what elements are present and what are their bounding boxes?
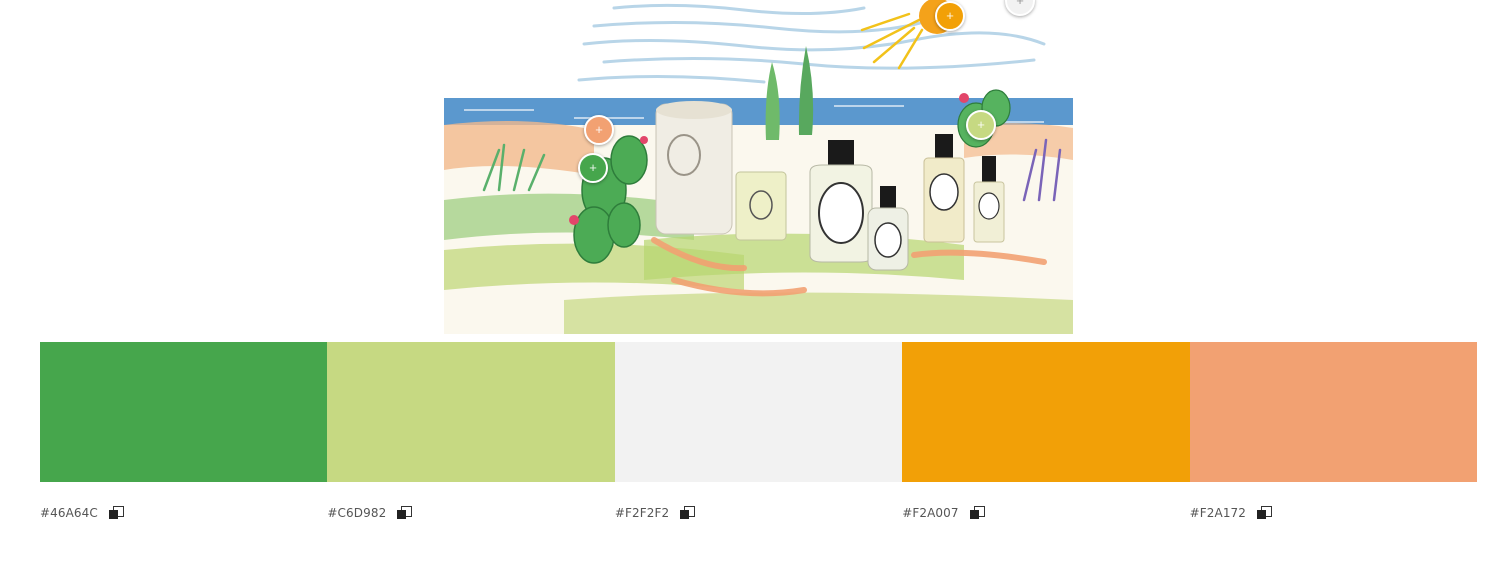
- color-label: #46A64C: [40, 502, 327, 524]
- copy-icon[interactable]: [108, 506, 124, 520]
- color-palette: [40, 342, 1478, 482]
- copy-icon[interactable]: [397, 506, 413, 520]
- color-marker-peach[interactable]: +: [584, 115, 614, 145]
- swatch-peach[interactable]: [1189, 342, 1478, 482]
- hex-code[interactable]: #C6D982: [327, 506, 386, 520]
- swatch-orange[interactable]: [902, 342, 1190, 482]
- color-label: #F2A007: [902, 502, 1189, 524]
- copy-icon[interactable]: [969, 506, 985, 520]
- hex-code[interactable]: #F2A007: [902, 506, 958, 520]
- copy-icon[interactable]: [680, 506, 696, 520]
- swatch-lime[interactable]: [327, 342, 615, 482]
- hex-code[interactable]: #F2A172: [1190, 506, 1246, 520]
- swatch-green[interactable]: [40, 342, 328, 482]
- palette-labels: #46A64C #C6D982 #F2F2F2 #F2A007 #F2A172: [40, 502, 1477, 524]
- color-label: #F2A172: [1190, 502, 1477, 524]
- color-marker-orange[interactable]: +: [935, 1, 965, 31]
- color-marker-green[interactable]: +: [578, 153, 608, 183]
- watercolor-illustration: [444, 0, 1073, 334]
- hero-image: + + + + +: [444, 0, 1073, 334]
- hex-code[interactable]: #46A64C: [40, 506, 98, 520]
- color-marker-lime[interactable]: +: [966, 110, 996, 140]
- color-label: #C6D982: [327, 502, 614, 524]
- swatch-light-gray[interactable]: [614, 342, 903, 482]
- copy-icon[interactable]: [1257, 506, 1273, 520]
- hex-code[interactable]: #F2F2F2: [615, 506, 669, 520]
- color-label: #F2F2F2: [615, 502, 902, 524]
